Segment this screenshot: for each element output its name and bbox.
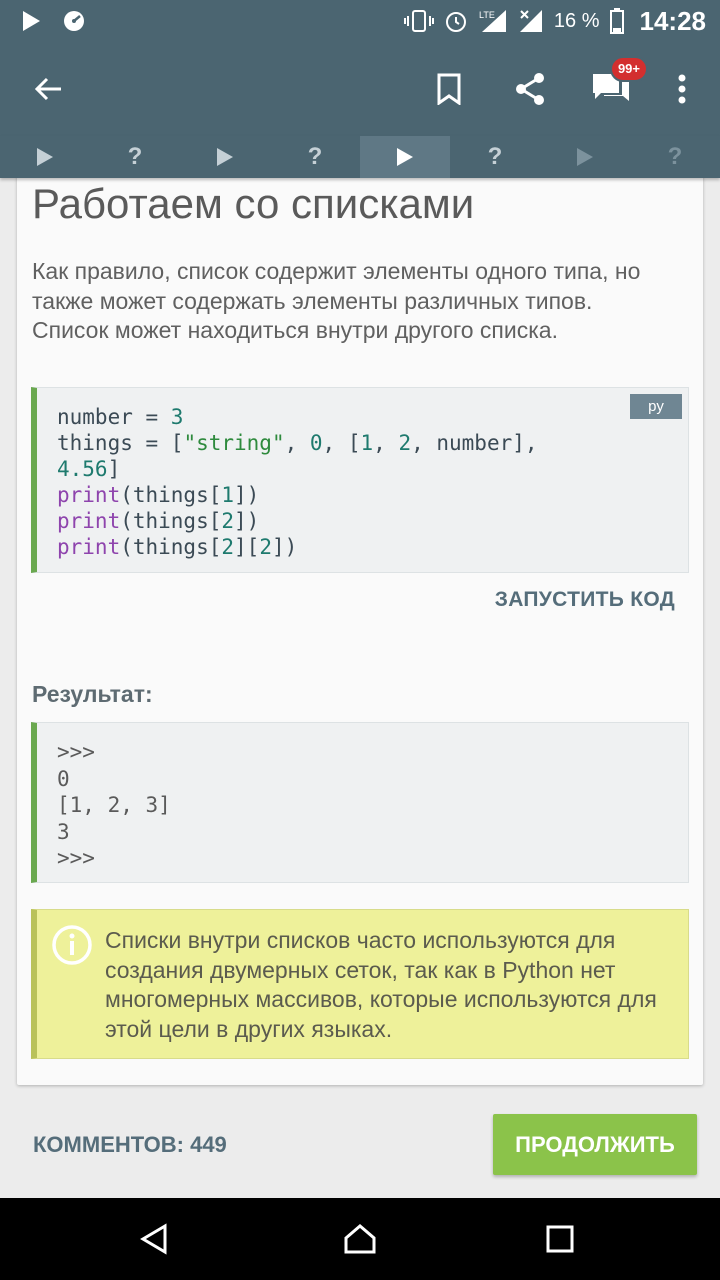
- nav-recents-button[interactable]: [540, 1219, 580, 1259]
- result-line-5: >>>: [57, 846, 95, 870]
- lesson-steps: ? ? ? ?: [0, 136, 720, 178]
- run-code-button[interactable]: ЗАПУСТИТЬ КОД: [495, 588, 675, 612]
- step-tab-3[interactable]: [180, 136, 270, 178]
- result-line-3: [1, 2, 3]: [57, 793, 171, 817]
- lesson-card: Работаем со списками Как правило, список…: [17, 162, 703, 1085]
- result-line-4: 3: [57, 819, 70, 844]
- code-text: number = 3 things = ["string", 0, [1, 2,…: [57, 404, 577, 560]
- info-icon: [52, 925, 92, 965]
- play-icon: [397, 148, 413, 166]
- nav-back-icon: [140, 1223, 167, 1255]
- back-button[interactable]: [23, 64, 73, 114]
- result-text: >>> 0 [1, 2, 3] 3 >>>: [57, 739, 171, 872]
- continue-button[interactable]: ПРОДОЛЖИТЬ: [493, 1114, 697, 1175]
- system-nav-bar: [0, 1198, 720, 1280]
- battery-percent: 16 %: [553, 9, 600, 32]
- result-label: Результат:: [32, 681, 153, 707]
- code-line-5: print(things[2][2]): [57, 535, 298, 559]
- code-line-1: number = 3: [57, 405, 184, 429]
- gauge-icon: [64, 11, 84, 31]
- nav-back-button[interactable]: [134, 1219, 174, 1259]
- lesson-paragraph-text: Как правило, список содержит элементы од…: [32, 258, 641, 343]
- notification-badge: 99+: [609, 56, 648, 82]
- status-bar: LTE 16 % 14:28: [0, 0, 720, 42]
- language-tag: py: [630, 394, 682, 419]
- info-note: Списки внутри списков часто используются…: [31, 909, 689, 1059]
- question-icon: ?: [127, 143, 143, 170]
- nav-home-icon: [344, 1224, 376, 1254]
- play-icon: [217, 148, 233, 166]
- play-store-icon: [23, 11, 40, 31]
- step-tab-4[interactable]: ?: [270, 136, 360, 178]
- share-icon: [516, 73, 544, 105]
- question-icon: ?: [667, 143, 683, 170]
- step-tab-1[interactable]: [0, 136, 90, 178]
- code-line-3: print(things[1]): [57, 483, 260, 507]
- bookmark-button[interactable]: [424, 64, 474, 114]
- lte-signal-icon: LTE: [479, 10, 506, 32]
- alarm-icon: [445, 12, 466, 32]
- step-tab-8[interactable]: ?: [630, 136, 720, 178]
- more-vert-icon: [678, 74, 686, 104]
- battery-icon: [609, 8, 624, 34]
- step-tab-5[interactable]: [360, 136, 450, 178]
- info-note-text: Списки внутри списков часто используются…: [105, 927, 657, 1042]
- comments-button[interactable]: 99+: [586, 56, 648, 114]
- comments-link[interactable]: КОММЕНТОВ: 449: [33, 1132, 227, 1158]
- result-block: >>> 0 [1, 2, 3] 3 >>>: [31, 722, 689, 883]
- share-button[interactable]: [505, 64, 555, 114]
- lesson-title: Работаем со списками: [32, 180, 475, 227]
- nav-recents-icon: [546, 1225, 574, 1253]
- more-options-button[interactable]: [657, 64, 707, 114]
- nav-home-button[interactable]: [340, 1219, 380, 1259]
- lesson-paragraph: Как правило, список содержит элементы од…: [32, 257, 692, 346]
- step-tab-6[interactable]: ?: [450, 136, 540, 178]
- code-block[interactable]: number = 3 things = ["string", 0, [1, 2,…: [31, 387, 689, 573]
- question-icon: ?: [307, 143, 323, 170]
- svg-text:LTE: LTE: [479, 10, 495, 20]
- code-line-4: print(things[2]): [57, 509, 260, 533]
- clock: 14:28: [639, 5, 707, 36]
- code-line-2: things = ["string", 0, [1, 2, number], 4…: [57, 431, 551, 481]
- step-tab-7[interactable]: [540, 136, 630, 178]
- result-line-1: >>>: [57, 740, 95, 764]
- play-icon: [577, 148, 593, 166]
- step-tab-2[interactable]: ?: [90, 136, 180, 178]
- play-icon: [37, 148, 53, 166]
- signal-icon: [519, 10, 542, 32]
- bookmark-icon: [437, 73, 461, 105]
- arrow-back-icon: [34, 77, 61, 101]
- vibrate-icon: [403, 10, 434, 32]
- question-icon: ?: [487, 143, 503, 170]
- result-line-2: 0: [57, 766, 70, 791]
- app-bar: 99+: [0, 42, 720, 136]
